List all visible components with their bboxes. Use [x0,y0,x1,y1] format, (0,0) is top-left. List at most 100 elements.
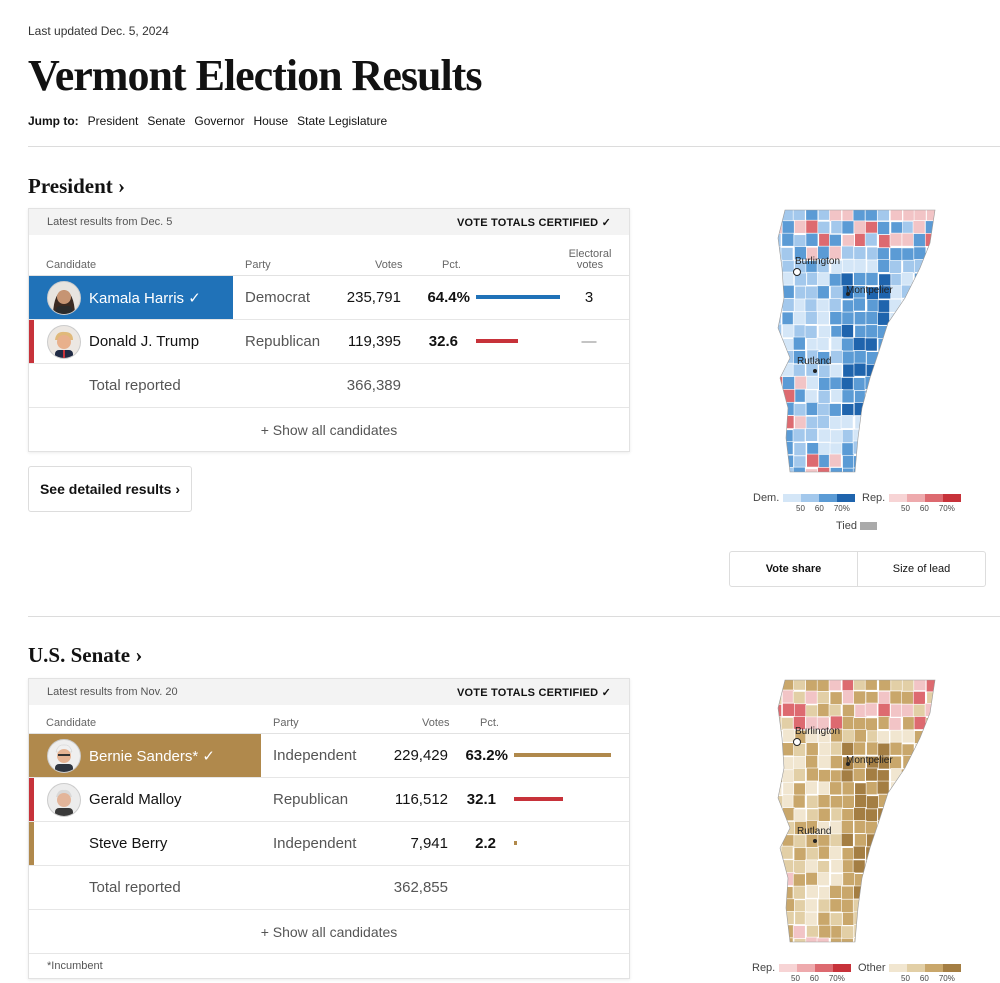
county-cell[interactable] [818,769,831,783]
county-cell[interactable] [817,403,830,417]
county-cell[interactable] [900,703,914,718]
county-cell[interactable] [939,247,940,260]
county-cell[interactable] [938,742,940,755]
county-cell[interactable] [937,324,940,337]
county-cell[interactable] [900,324,914,339]
table-row[interactable]: Bernie Sanders* ✓ Independent 229,429 63… [29,734,629,778]
county-cell[interactable] [864,702,878,717]
county-cell[interactable] [817,272,830,287]
county-cell[interactable] [877,403,891,418]
county-cell[interactable] [805,742,819,756]
county-cell[interactable] [912,806,926,821]
county-cell[interactable] [913,754,926,769]
county-cell[interactable] [771,860,783,875]
county-cell[interactable] [890,781,903,796]
county-cell[interactable] [877,820,890,834]
county-cell[interactable] [865,767,878,782]
county-cell[interactable] [925,925,938,940]
county-cell[interactable] [829,429,843,444]
county-cell[interactable] [901,833,915,847]
county-cell[interactable] [866,259,880,274]
county-cell[interactable] [925,272,938,287]
county-cell[interactable] [830,807,844,822]
county-cell[interactable] [901,350,915,365]
county-cell[interactable] [878,937,891,944]
county-cell[interactable] [937,887,940,900]
county-cell[interactable] [889,729,903,744]
county-cell[interactable] [770,208,783,222]
county-cell[interactable] [830,389,844,403]
county-cell[interactable] [828,298,842,312]
county-cell[interactable] [889,846,903,860]
county-cell[interactable] [818,742,832,756]
county-cell[interactable] [852,337,866,351]
county-cell[interactable] [913,847,927,861]
county-cell[interactable] [866,299,880,313]
county-cell[interactable] [901,795,915,810]
county-cell[interactable] [937,861,940,874]
county-cell[interactable] [938,756,940,769]
county-cell[interactable] [782,898,795,913]
county-cell[interactable] [902,716,916,731]
county-cell[interactable] [878,793,891,808]
county-cell[interactable] [854,794,868,808]
county-cell[interactable] [771,769,784,783]
county-cell[interactable] [794,415,807,430]
president-section-title[interactable]: President › [28,174,125,199]
county-cell[interactable] [902,925,915,940]
county-cell[interactable] [889,312,903,327]
county-cell[interactable] [782,769,795,784]
county-cell[interactable] [770,924,783,938]
county-cell[interactable] [841,885,854,900]
county-cell[interactable] [818,845,831,860]
county-cell[interactable] [901,311,915,326]
county-cell[interactable] [914,924,928,939]
county-cell[interactable] [842,299,855,314]
county-cell[interactable] [830,755,843,769]
county-cell[interactable] [914,312,927,326]
county-cell[interactable] [878,858,891,873]
county-cell[interactable] [902,414,915,429]
county-cell[interactable] [939,729,940,742]
county-cell[interactable] [913,455,927,470]
county-cell[interactable] [853,911,867,926]
county-cell[interactable] [770,428,783,442]
county-cell[interactable] [890,938,903,944]
county-cell[interactable] [780,247,794,261]
county-cell[interactable] [865,871,879,886]
county-cell[interactable] [914,440,927,455]
county-cell[interactable] [818,377,831,391]
county-cell[interactable] [818,886,832,900]
county-cell[interactable] [854,311,867,326]
county-cell[interactable] [902,259,916,274]
county-cell[interactable] [770,351,782,365]
county-cell[interactable] [841,716,855,730]
county-cell[interactable] [793,756,806,771]
county-cell[interactable] [877,259,891,273]
county-cell[interactable] [806,271,820,286]
county-cell[interactable] [830,859,844,874]
county-cell[interactable] [865,691,879,705]
jump-link-president[interactable]: President [88,114,139,128]
county-cell[interactable] [794,219,807,234]
county-cell[interactable] [924,442,937,456]
county-cell[interactable] [770,298,782,312]
county-cell[interactable] [817,872,830,886]
county-cell[interactable] [889,899,903,914]
county-cell[interactable] [830,769,843,784]
county-cell[interactable] [818,442,831,456]
county-cell[interactable] [913,860,927,874]
county-cell[interactable] [864,337,878,352]
county-cell[interactable] [793,782,807,797]
county-cell[interactable] [925,285,938,300]
county-cell[interactable] [939,678,940,690]
county-cell[interactable] [878,364,891,378]
county-cell[interactable] [878,389,892,404]
county-cell[interactable] [828,403,842,417]
county-cell[interactable] [912,220,926,234]
county-cell[interactable] [829,898,843,913]
county-cell[interactable] [792,691,806,705]
county-cell[interactable] [937,848,940,861]
county-cell[interactable] [829,234,842,248]
county-cell[interactable] [805,847,819,861]
